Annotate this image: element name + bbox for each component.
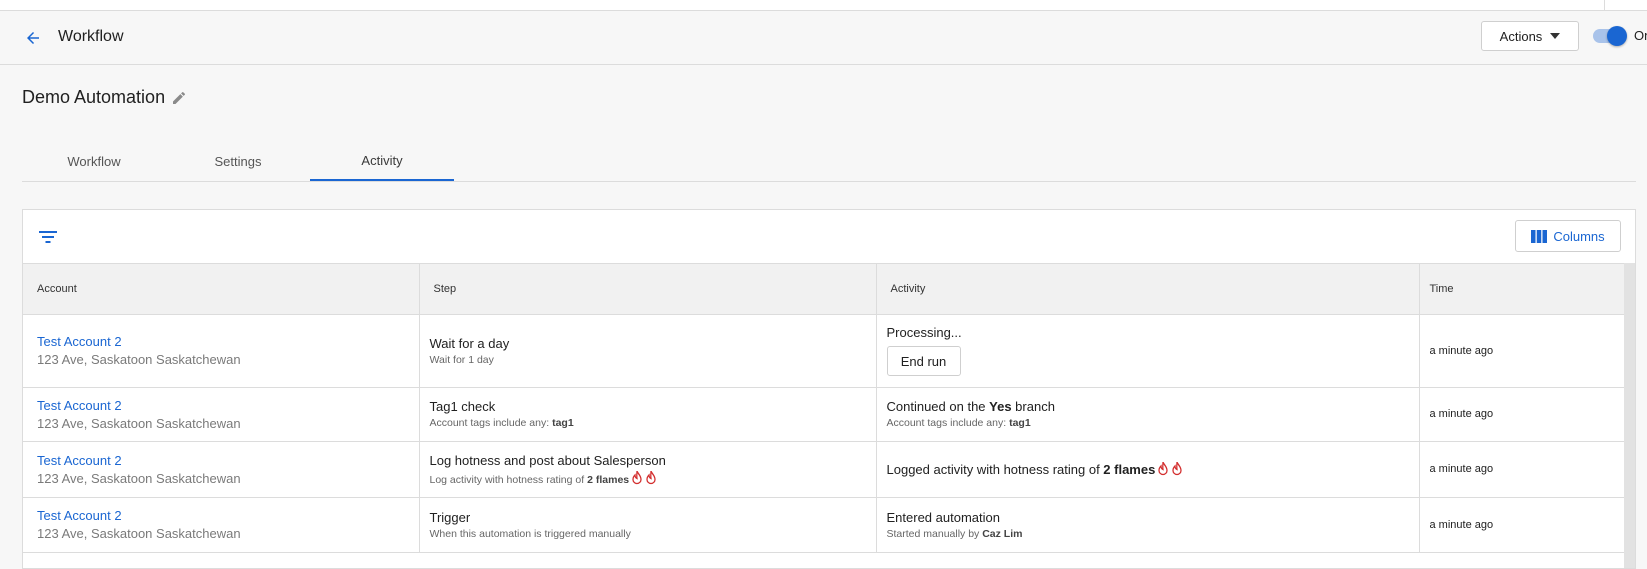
column-header-step[interactable]: Step xyxy=(419,264,877,315)
columns-label: Columns xyxy=(1553,228,1605,244)
activity-title: Processing... xyxy=(886,325,962,340)
account-link[interactable]: Test Account 2 xyxy=(37,453,419,468)
step-detail: Wait for 1 day xyxy=(429,353,494,366)
page-title-row: Demo Automation xyxy=(22,87,187,108)
filter-icon xyxy=(39,231,57,243)
activity-cell: Processing... End run xyxy=(876,314,1420,388)
step-cell: Wait for a day Wait for 1 day xyxy=(419,314,877,388)
columns-button[interactable]: Columns xyxy=(1515,220,1621,252)
activity-detail-user: Caz Lim xyxy=(982,527,1023,540)
step-detail-tag: tag1 xyxy=(552,417,574,429)
enable-toggle[interactable] xyxy=(1593,26,1627,46)
columns-icon xyxy=(1531,229,1548,243)
column-header-activity[interactable]: Activity xyxy=(876,264,1420,315)
activity-cell: Continued on the Yes branch Account tags… xyxy=(876,387,1420,442)
arrow-left-icon xyxy=(27,32,39,44)
activity-detail-prefix: Started manually by xyxy=(886,527,983,540)
activity-prefix: Logged activity with hotness rating of xyxy=(886,461,1104,477)
account-cell: Test Account 2 123 Ave, Saskatoon Saskat… xyxy=(23,497,420,553)
flame-icon xyxy=(1158,461,1168,475)
end-run-button[interactable]: End run xyxy=(886,346,961,376)
tab-settings[interactable]: Settings xyxy=(166,141,310,181)
step-detail: When this automation is triggered manual… xyxy=(429,527,631,540)
activity-rating: 2 flames xyxy=(1103,461,1156,477)
strip-divider xyxy=(1604,0,1605,10)
activity-cell: Logged activity with hotness rating of 2… xyxy=(876,441,1420,498)
account-link[interactable]: Test Account 2 xyxy=(37,508,419,523)
step-detail-rating: 2 flames xyxy=(587,473,630,486)
account-cell: Test Account 2 123 Ave, Saskatoon Saskat… xyxy=(23,314,420,388)
activity-detail: Started manually by Caz Lim xyxy=(887,528,1419,540)
step-cell: Tag1 check Account tags include any: tag… xyxy=(419,387,877,442)
toggle-label: On xyxy=(1634,28,1647,43)
table-row: Test Account 2 123 Ave, Saskatoon Saskat… xyxy=(23,314,1624,388)
time-cell: a minute ago xyxy=(1419,387,1624,442)
activity-table: Account Step Activity Time Test Account … xyxy=(23,264,1624,553)
table-row: Test Account 2 123 Ave, Saskatoon Saskat… xyxy=(23,387,1624,442)
top-strip xyxy=(0,0,1647,11)
account-address: 123 Ave, Saskatoon Saskatchewan xyxy=(37,415,241,431)
activity-cell: Entered automation Started manually by C… xyxy=(876,497,1420,553)
actions-button[interactable]: Actions xyxy=(1481,21,1579,51)
account-cell: Test Account 2 123 Ave, Saskatoon Saskat… xyxy=(23,441,420,498)
flame-icon xyxy=(646,470,656,484)
tab-bar: Workflow Settings Activity xyxy=(22,141,1636,182)
account-address: 123 Ave, Saskatoon Saskatchewan xyxy=(37,352,241,367)
column-header-time[interactable]: Time xyxy=(1419,264,1624,315)
back-button[interactable] xyxy=(20,25,46,51)
step-detail: Account tags include any: tag1 xyxy=(430,417,876,429)
step-title: Tag1 check xyxy=(429,399,496,414)
activity-title: Continued on the Yes branch xyxy=(887,399,1419,414)
table-toolbar: Columns xyxy=(23,210,1635,264)
account-cell: Test Account 2 123 Ave, Saskatoon Saskat… xyxy=(23,387,420,442)
activity-prefix: Continued on the xyxy=(886,399,990,414)
step-title: Wait for a day xyxy=(429,335,510,351)
account-address: 123 Ave, Saskatoon Saskatchewan xyxy=(37,526,241,541)
actions-label: Actions xyxy=(1499,28,1543,44)
flame-icon xyxy=(1172,461,1182,475)
flame-icon xyxy=(632,470,642,484)
activity-suffix: branch xyxy=(1011,399,1055,414)
time-cell: a minute ago xyxy=(1419,314,1624,388)
activity-branch: Yes xyxy=(989,399,1012,414)
tab-workflow[interactable]: Workflow xyxy=(22,141,166,181)
activity-card: Columns Account Step Activity Time Test … xyxy=(22,209,1636,569)
pencil-icon[interactable] xyxy=(171,90,187,106)
activity-detail: Account tags include any: tag1 xyxy=(887,417,1419,429)
step-detail-prefix: Log activity with hotness rating of xyxy=(429,473,588,486)
account-link[interactable]: Test Account 2 xyxy=(37,398,419,413)
activity-detail-tag: tag1 xyxy=(1009,417,1031,429)
time-cell: a minute ago xyxy=(1419,497,1624,553)
step-detail-prefix: Account tags include any: xyxy=(429,417,553,429)
step-detail: Log activity with hotness rating of 2 fl… xyxy=(429,470,876,486)
page-title: Demo Automation xyxy=(22,87,166,107)
toggle-knob xyxy=(1607,26,1627,46)
time-cell: a minute ago xyxy=(1419,441,1624,498)
activity-title: Logged activity with hotness rating of 2… xyxy=(886,461,1419,477)
account-link[interactable]: Test Account 2 xyxy=(37,334,419,349)
table-row: Test Account 2 123 Ave, Saskatoon Saskat… xyxy=(23,441,1624,498)
caret-down-icon xyxy=(1550,33,1561,39)
app-header: Workflow Actions On xyxy=(0,11,1647,65)
table-row: Test Account 2 123 Ave, Saskatoon Saskat… xyxy=(23,497,1624,553)
tab-activity[interactable]: Activity xyxy=(310,141,454,181)
filter-button[interactable] xyxy=(37,226,59,248)
step-title: Log hotness and post about Salesperson xyxy=(429,452,666,468)
table-header-row: Account Step Activity Time xyxy=(23,264,1624,315)
step-cell: Log hotness and post about Salesperson L… xyxy=(419,441,877,498)
activity-detail-prefix: Account tags include any: xyxy=(886,417,1010,429)
step-title: Trigger xyxy=(429,509,471,525)
activity-title: Entered automation xyxy=(886,509,1000,525)
column-header-account[interactable]: Account xyxy=(23,264,420,315)
table-scrollbar[interactable] xyxy=(1624,263,1635,568)
step-cell: Trigger When this automation is triggere… xyxy=(419,497,877,553)
account-address: 123 Ave, Saskatoon Saskatchewan xyxy=(37,470,241,486)
header-title: Workflow xyxy=(58,28,124,45)
